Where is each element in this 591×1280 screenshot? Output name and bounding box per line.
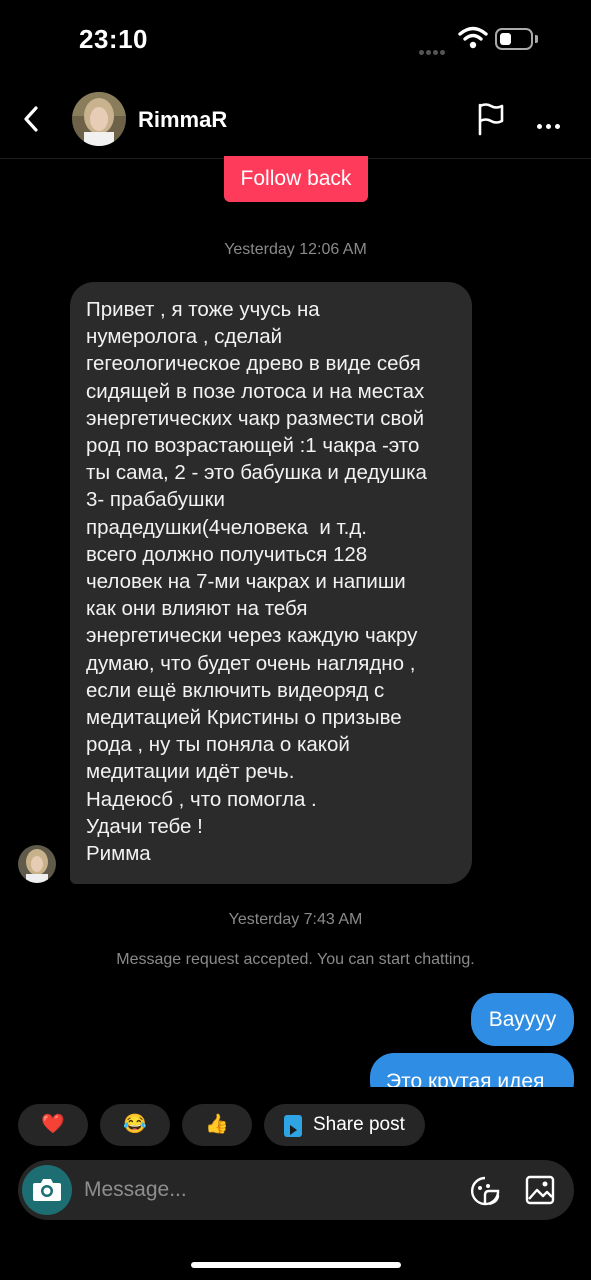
chat-header: RimmaR bbox=[0, 80, 591, 159]
battery-icon bbox=[495, 28, 533, 50]
avatar[interactable] bbox=[72, 92, 126, 146]
quick-reactions-bar: ❤️ 😂 👍 Share post bbox=[0, 1104, 591, 1148]
camera-icon bbox=[33, 1179, 61, 1201]
message-list-clip: Это крутая идея bbox=[300, 1050, 591, 1087]
home-indicator bbox=[191, 1262, 401, 1268]
wifi-icon bbox=[458, 26, 488, 55]
system-message: Message request accepted. You can start … bbox=[116, 951, 475, 968]
battery-tip bbox=[535, 35, 538, 43]
status-time: 23:10 bbox=[79, 24, 148, 54]
timestamp: Yesterday 7:43 AM bbox=[228, 911, 363, 928]
more-options-icon[interactable] bbox=[537, 116, 564, 134]
follow-back-button[interactable]: Follow back bbox=[224, 156, 368, 202]
flag-icon[interactable] bbox=[475, 102, 507, 141]
battery-level bbox=[500, 33, 511, 45]
laugh-reaction-button[interactable]: 😂 bbox=[100, 1104, 170, 1146]
image-gallery-icon[interactable] bbox=[524, 1174, 556, 1211]
cellular-signal-icon bbox=[419, 42, 447, 60]
heart-reaction-button[interactable]: ❤️ bbox=[18, 1104, 88, 1146]
timestamp: Yesterday 12:06 AM bbox=[224, 241, 367, 258]
outgoing-message-bubble: Вауууу bbox=[471, 993, 574, 1046]
camera-button[interactable] bbox=[22, 1165, 72, 1215]
share-post-icon bbox=[284, 1115, 302, 1137]
back-icon[interactable] bbox=[18, 104, 46, 134]
message-input[interactable] bbox=[84, 1174, 444, 1206]
share-post-label: Share post bbox=[313, 1114, 405, 1135]
username[interactable]: RimmaR bbox=[138, 107, 227, 133]
share-post-button[interactable]: Share post bbox=[264, 1104, 425, 1146]
status-bar: 23:10 bbox=[0, 0, 591, 80]
incoming-message-bubble: Привет , я тоже учусь на нумеролога , сд… bbox=[70, 282, 472, 884]
message-composer bbox=[18, 1160, 574, 1220]
thumbs-up-reaction-button[interactable]: 👍 bbox=[182, 1104, 252, 1146]
sender-avatar[interactable] bbox=[18, 845, 56, 883]
sticker-icon[interactable] bbox=[469, 1175, 501, 1212]
outgoing-message-bubble: Это крутая идея bbox=[370, 1053, 574, 1087]
